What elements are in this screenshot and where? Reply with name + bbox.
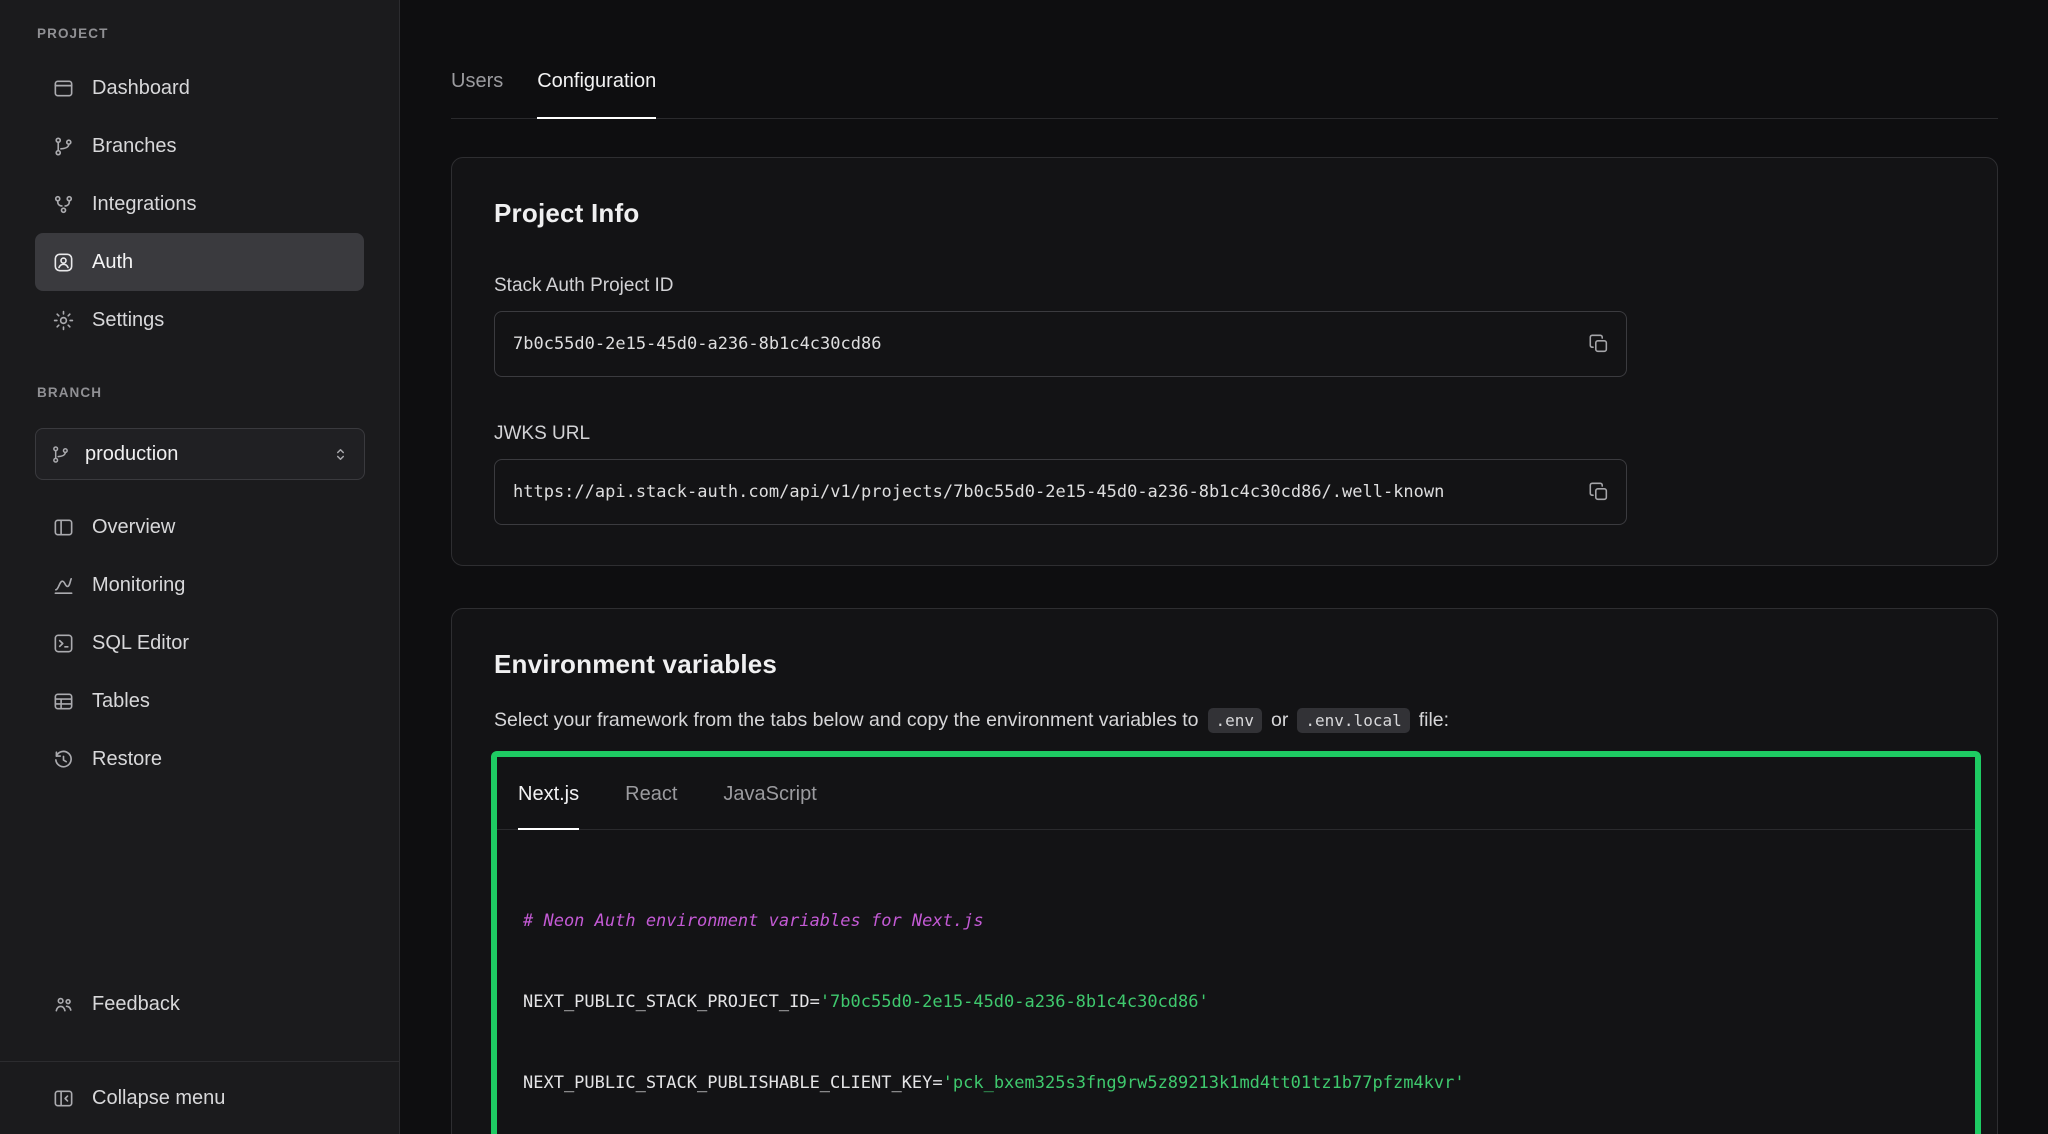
- tab-users[interactable]: Users: [451, 70, 503, 119]
- description-text: Select your framework from the tabs belo…: [494, 709, 1199, 732]
- restore-history-icon: [52, 748, 75, 771]
- git-branch-icon: [52, 135, 75, 158]
- jwks-url-label: JWKS URL: [494, 423, 1955, 445]
- feedback-people-icon: [52, 993, 75, 1016]
- code-line: NEXT_PUBLIC_STACK_PUBLISHABLE_CLIENT_KEY…: [523, 1070, 1949, 1097]
- framework-tabs: Next.js React JavaScript: [497, 757, 1975, 830]
- sidebar-item-label: Dashboard: [92, 77, 190, 100]
- jwks-url-field: https://api.stack-auth.com/api/v1/projec…: [494, 459, 1627, 525]
- sidebar-item-restore[interactable]: Restore: [35, 730, 364, 788]
- sidebar-item-monitoring[interactable]: Monitoring: [35, 556, 364, 614]
- sidebar: PROJECT Dashboard Branches Integrations: [0, 0, 400, 1134]
- sidebar-item-label: Branches: [92, 135, 177, 158]
- project-nav: Dashboard Branches Integrations Auth: [0, 59, 399, 349]
- main-content: Users Configuration Project Info Stack A…: [400, 0, 2048, 1134]
- sidebar-item-overview[interactable]: Overview: [35, 498, 364, 556]
- app-window: PROJECT Dashboard Branches Integrations: [0, 0, 2048, 1134]
- branch-selector-value: production: [85, 443, 178, 466]
- tab-javascript[interactable]: JavaScript: [723, 757, 816, 830]
- project-id-label: Stack Auth Project ID: [494, 275, 1955, 297]
- sidebar-item-label: Restore: [92, 748, 162, 771]
- sidebar-item-label: Feedback: [92, 993, 180, 1016]
- code-string: '7b0c55d0-2e15-45d0-a236-8b1c4c30cd86': [820, 992, 1209, 1012]
- sidebar-item-feedback[interactable]: Feedback: [35, 975, 364, 1033]
- git-branch-icon: [50, 444, 71, 465]
- environment-variables-card: Environment variables Select your framew…: [451, 608, 1998, 1134]
- sidebar-section-project-label: PROJECT: [37, 26, 399, 41]
- copy-icon: [1588, 481, 1610, 503]
- branch-nav: Overview Monitoring SQL Editor Tables: [0, 498, 399, 788]
- tab-configuration[interactable]: Configuration: [537, 70, 656, 119]
- project-info-title: Project Info: [494, 198, 1955, 229]
- sidebar-item-integrations[interactable]: Integrations: [35, 175, 364, 233]
- code-string: 'pck_bxem325s3fng9rw5z89213k1md4tt01tz1b…: [943, 1073, 1465, 1093]
- sidebar-item-label: SQL Editor: [92, 632, 189, 655]
- sidebar-item-label: Overview: [92, 516, 175, 539]
- overview-icon: [52, 516, 75, 539]
- code-key: NEXT_PUBLIC_STACK_PUBLISHABLE_CLIENT_KEY…: [523, 1073, 943, 1093]
- copy-project-id-button[interactable]: [1582, 327, 1616, 361]
- description-text: or: [1271, 709, 1288, 732]
- highlight-annotation-box: Next.js React JavaScript # Neon Auth env…: [491, 751, 1981, 1134]
- code-comment: # Neon Auth environment variables for Ne…: [523, 911, 984, 931]
- collapse-menu-label: Collapse menu: [92, 1087, 225, 1110]
- description-text: file:: [1419, 709, 1449, 732]
- copy-jwks-url-button[interactable]: [1582, 475, 1616, 509]
- auth-user-icon: [52, 251, 75, 274]
- sidebar-item-label: Auth: [92, 251, 133, 274]
- sidebar-item-sql-editor[interactable]: SQL Editor: [35, 614, 364, 672]
- environment-variables-title: Environment variables: [494, 649, 1955, 680]
- project-info-card: Project Info Stack Auth Project ID 7b0c5…: [451, 157, 1998, 566]
- tab-react[interactable]: React: [625, 757, 677, 830]
- sidebar-item-label: Settings: [92, 309, 164, 332]
- project-id-field: 7b0c55d0-2e15-45d0-a236-8b1c4c30cd86: [494, 311, 1627, 377]
- sidebar-bottom: Feedback Collapse menu: [0, 975, 399, 1134]
- sidebar-item-dashboard[interactable]: Dashboard: [35, 59, 364, 117]
- sidebar-item-settings[interactable]: Settings: [35, 291, 364, 349]
- chevron-up-down-icon: [331, 445, 350, 464]
- sidebar-item-branches[interactable]: Branches: [35, 117, 364, 175]
- collapse-menu-button[interactable]: Collapse menu: [0, 1062, 399, 1134]
- environment-variables-description: Select your framework from the tabs belo…: [494, 708, 1955, 733]
- jwks-url-value: https://api.stack-auth.com/api/v1/projec…: [513, 482, 1608, 502]
- integrations-icon: [52, 193, 75, 216]
- tables-icon: [52, 690, 75, 713]
- tab-nextjs[interactable]: Next.js: [518, 757, 579, 830]
- sidebar-item-auth[interactable]: Auth: [35, 233, 364, 291]
- sql-editor-icon: [52, 632, 75, 655]
- env-code-block: # Neon Auth environment variables for Ne…: [497, 830, 1975, 1134]
- env-file-chip: .env: [1208, 708, 1263, 733]
- code-line: NEXT_PUBLIC_STACK_PROJECT_ID='7b0c55d0-2…: [523, 989, 1949, 1016]
- env-local-file-chip: .env.local: [1297, 708, 1409, 733]
- collapse-panel-icon: [52, 1087, 75, 1110]
- gear-icon: [52, 309, 75, 332]
- monitoring-chart-icon: [52, 574, 75, 597]
- code-line: # Neon Auth environment variables for Ne…: [523, 908, 1949, 935]
- dashboard-icon: [52, 77, 75, 100]
- branch-selector[interactable]: production: [35, 428, 365, 480]
- sidebar-item-label: Integrations: [92, 193, 197, 216]
- sidebar-item-label: Tables: [92, 690, 150, 713]
- page-tabs: Users Configuration: [451, 70, 1998, 119]
- copy-icon: [1588, 333, 1610, 355]
- code-key: NEXT_PUBLIC_STACK_PROJECT_ID=: [523, 992, 820, 1012]
- sidebar-item-tables[interactable]: Tables: [35, 672, 364, 730]
- sidebar-section-branch-label: BRANCH: [37, 385, 399, 400]
- sidebar-item-label: Monitoring: [92, 574, 185, 597]
- project-id-value: 7b0c55d0-2e15-45d0-a236-8b1c4c30cd86: [513, 334, 1608, 354]
